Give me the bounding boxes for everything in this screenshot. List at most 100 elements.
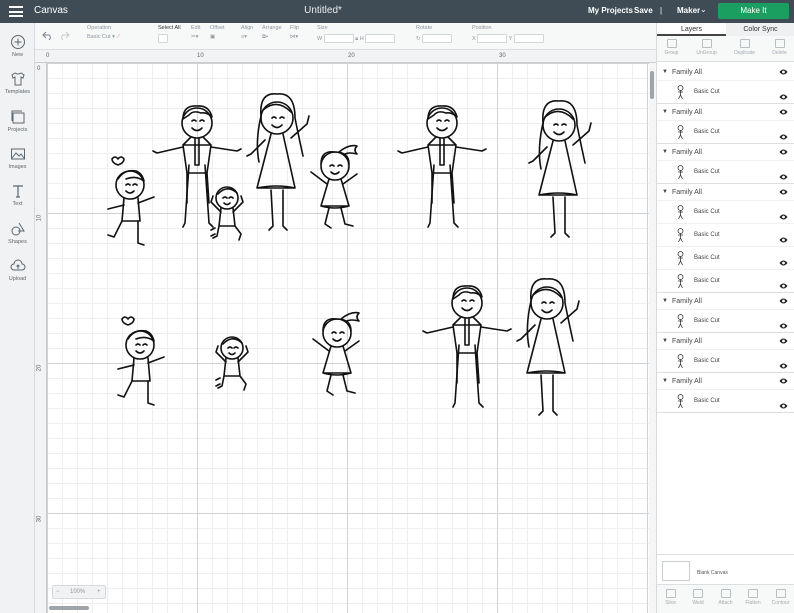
- eye-icon[interactable]: [779, 231, 788, 243]
- chevron-down-icon[interactable]: ▼: [662, 189, 668, 195]
- eye-icon[interactable]: [779, 357, 788, 369]
- chevron-down-icon[interactable]: ▼: [662, 338, 668, 344]
- layer-group-header[interactable]: ▼ Family All: [657, 66, 794, 80]
- undo-icon[interactable]: [42, 31, 53, 40]
- width-input[interactable]: [323, 34, 354, 43]
- nav-projects[interactable]: Projects: [0, 109, 35, 133]
- family-art-woman-1[interactable]: [246, 93, 310, 231]
- attach-button[interactable]: Attach: [712, 589, 739, 606]
- slice-button[interactable]: Slice: [657, 589, 684, 606]
- design-canvas[interactable]: [47, 63, 649, 613]
- layer-item[interactable]: Basic Cut: [657, 309, 794, 332]
- pen-color-icon[interactable]: ⟋: [116, 34, 120, 40]
- chevron-down-icon[interactable]: ▼: [662, 69, 668, 75]
- nav-upload[interactable]: Upload: [0, 258, 35, 282]
- layer-group-header[interactable]: ▼ Family All: [657, 186, 794, 200]
- y-input[interactable]: [513, 34, 544, 43]
- eye-icon[interactable]: [779, 88, 788, 100]
- family-art-girl-1[interactable]: [310, 144, 358, 229]
- layer-item[interactable]: Basic Cut: [657, 269, 794, 292]
- eye-icon[interactable]: [779, 168, 788, 180]
- layer-item[interactable]: Basic Cut: [657, 389, 794, 412]
- family-art-girl-2[interactable]: [312, 311, 360, 396]
- duplicate-button[interactable]: Duplicate: [731, 39, 758, 56]
- family-art-woman-2[interactable]: [528, 100, 592, 238]
- weld-button[interactable]: Weld: [685, 589, 712, 606]
- flatten-button[interactable]: Flatten: [740, 589, 767, 606]
- make-it-button[interactable]: Make It: [718, 3, 789, 19]
- chevron-down-icon[interactable]: ▼: [662, 298, 668, 304]
- eye-icon[interactable]: [779, 208, 788, 220]
- layer-group[interactable]: ▼ Family All Basic Cut: [657, 295, 794, 333]
- redo-icon[interactable]: [59, 31, 70, 40]
- horizontal-scrollbar[interactable]: [49, 606, 89, 610]
- ungroup-button[interactable]: UnGroup: [693, 39, 720, 56]
- nav-text[interactable]: Text: [0, 183, 35, 207]
- layer-group[interactable]: ▼ Family All Basic Cut Basic Cut Basic Cut Ba…: [657, 186, 794, 293]
- nav-shapes[interactable]: Shapes: [0, 221, 35, 245]
- eye-icon[interactable]: [779, 148, 788, 156]
- layer-group-header[interactable]: ▼ Family All: [657, 146, 794, 160]
- layer-group[interactable]: ▼ Family All Basic Cut: [657, 106, 794, 144]
- family-art-man-3[interactable]: [422, 285, 512, 408]
- layer-item[interactable]: Basic Cut: [657, 120, 794, 143]
- chevron-down-icon[interactable]: ▼: [662, 378, 668, 384]
- family-art-boy-2[interactable]: [117, 316, 165, 406]
- eye-icon[interactable]: [779, 297, 788, 305]
- eye-icon[interactable]: [779, 128, 788, 140]
- family-art-man-2[interactable]: [397, 105, 487, 228]
- tab-layers[interactable]: Layers: [657, 23, 726, 36]
- layer-item[interactable]: Basic Cut: [657, 349, 794, 372]
- eye-icon[interactable]: [779, 68, 788, 76]
- machine-select[interactable]: Maker: [677, 6, 700, 15]
- layer-group-header[interactable]: ▼ Family All: [657, 335, 794, 349]
- lock-icon[interactable]: 🔒︎: [355, 36, 358, 42]
- eye-icon[interactable]: [779, 108, 788, 116]
- operation-select[interactable]: Basic Cut: [87, 34, 111, 40]
- canvas-color-swatch[interactable]: [662, 561, 690, 581]
- layer-item[interactable]: Basic Cut: [657, 246, 794, 269]
- layer-group[interactable]: ▼ Family All Basic Cut: [657, 335, 794, 373]
- chevron-down-icon[interactable]: ▾: [112, 34, 115, 40]
- nav-images[interactable]: Images: [0, 146, 35, 170]
- layer-group-header[interactable]: ▼ Family All: [657, 295, 794, 309]
- nav-templates[interactable]: Templates: [0, 71, 35, 95]
- scissors-icon[interactable]: ✂▾: [191, 34, 198, 40]
- group-button[interactable]: Group: [658, 39, 685, 56]
- eye-icon[interactable]: [779, 337, 788, 345]
- layer-group[interactable]: ▼ Family All Basic Cut: [657, 375, 794, 413]
- eye-icon[interactable]: [779, 188, 788, 196]
- eye-icon[interactable]: [779, 317, 788, 329]
- select-all-icon[interactable]: [158, 34, 168, 43]
- arrange-icon[interactable]: ⧉▾: [262, 34, 268, 40]
- eye-icon[interactable]: [779, 377, 788, 385]
- rotate-input[interactable]: [422, 34, 453, 43]
- eye-icon[interactable]: [779, 277, 788, 289]
- eye-icon[interactable]: [779, 397, 788, 409]
- chevron-down-icon[interactable]: ⌄: [700, 5, 707, 14]
- canvas-artwork[interactable]: [47, 63, 649, 613]
- tab-color-sync[interactable]: Color Sync: [726, 23, 794, 36]
- family-art-woman-3[interactable]: [516, 278, 580, 416]
- layer-item[interactable]: Basic Cut: [657, 80, 794, 103]
- family-art-baby-1[interactable]: [210, 186, 244, 241]
- scroll-thumb[interactable]: [650, 71, 654, 99]
- my-projects-link[interactable]: My Projects: [588, 6, 633, 15]
- layer-item[interactable]: Basic Cut: [657, 223, 794, 246]
- family-art-baby-2[interactable]: [215, 336, 249, 391]
- layer-group[interactable]: ▼ Family All Basic Cut: [657, 146, 794, 184]
- nav-new[interactable]: New: [0, 34, 35, 58]
- chevron-down-icon[interactable]: ▼: [662, 109, 668, 115]
- chevron-down-icon[interactable]: ▼: [662, 149, 668, 155]
- flip-icon[interactable]: ⋈▾: [290, 34, 298, 40]
- layer-item[interactable]: Basic Cut: [657, 200, 794, 223]
- delete-button[interactable]: Delete: [766, 39, 793, 56]
- align-icon[interactable]: ≡▾: [241, 34, 247, 40]
- eye-icon[interactable]: [779, 254, 788, 266]
- offset-icon[interactable]: ▣: [210, 34, 215, 40]
- zoom-in-button[interactable]: +: [97, 589, 101, 595]
- layer-item[interactable]: Basic Cut: [657, 160, 794, 183]
- zoom-out-button[interactable]: −: [56, 589, 60, 595]
- height-input[interactable]: [365, 34, 396, 43]
- layer-group[interactable]: ▼ Family All Basic Cut: [657, 66, 794, 104]
